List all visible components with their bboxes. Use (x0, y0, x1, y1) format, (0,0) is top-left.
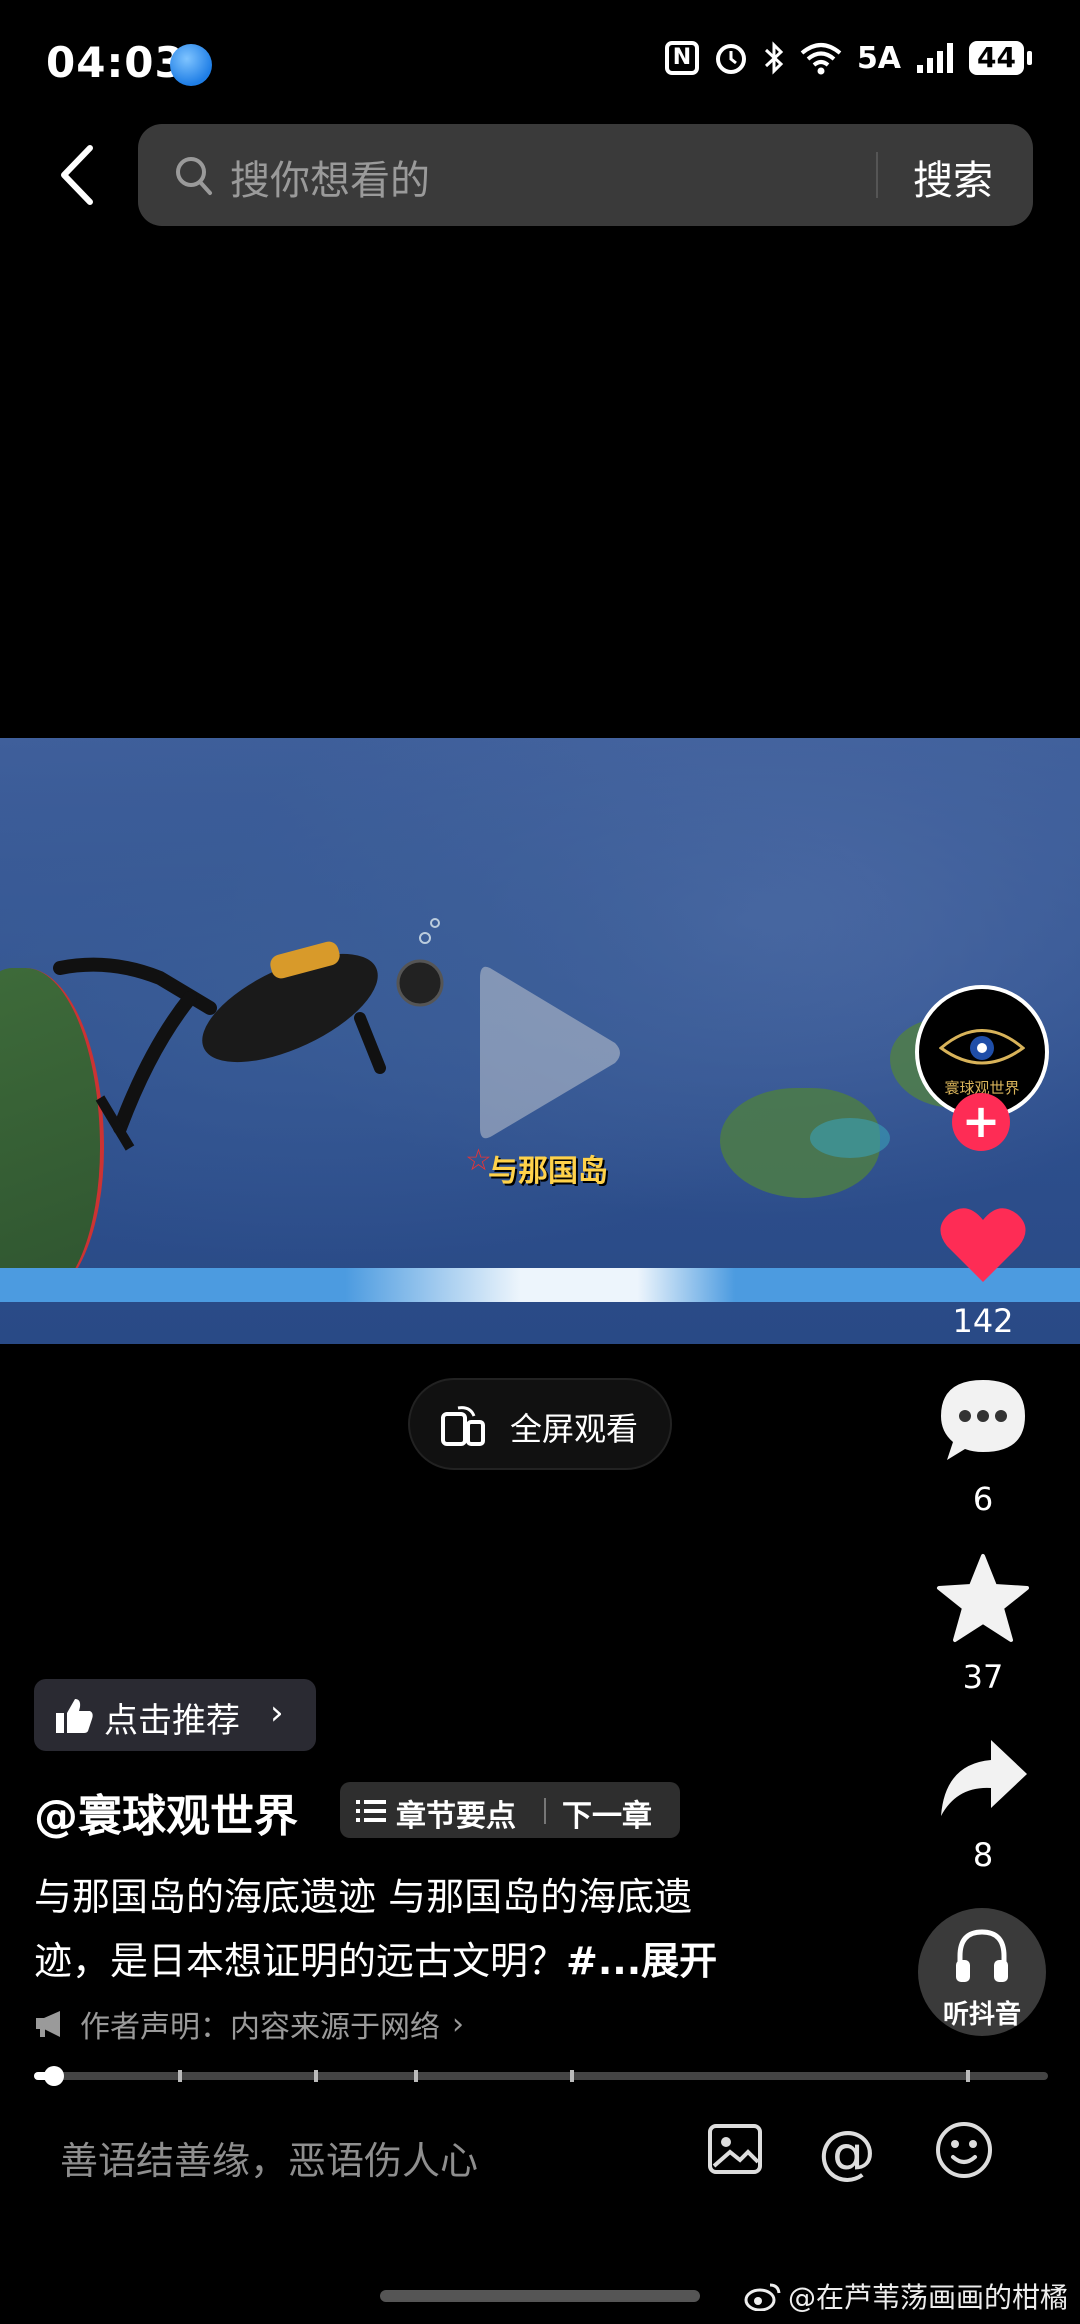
author-name[interactable]: @寰球观世界 (34, 1780, 298, 1844)
like-heart-icon[interactable] (935, 1196, 1031, 1292)
eye-logo-icon (939, 1029, 1025, 1065)
listen-douyin-button[interactable]: 听抖音 (918, 1908, 1046, 2036)
author-disclaimer[interactable]: 作者声明：内容来源于网络 › (34, 2002, 464, 2046)
share-arrow-icon[interactable] (935, 1730, 1031, 1826)
chapter-divider (544, 1798, 546, 1824)
signal-icon (917, 43, 954, 73)
alarm-icon (715, 44, 746, 74)
search-bar[interactable]: 搜你想看的 搜索 (138, 124, 1033, 226)
weibo-logo-icon (744, 2283, 781, 2311)
description-text: 迹，是日本想证明的远古文明？ (34, 1939, 567, 1983)
megaphone-icon (36, 2011, 60, 2037)
favorite-count: 37 (962, 1658, 1004, 1696)
thumbs-up-icon (56, 1699, 93, 1733)
description-line-2: 迹，是日本想证明的远古文明？#...展开 (34, 1930, 717, 1985)
network-label: 5A (856, 40, 902, 76)
battery-level: 44 (969, 41, 1024, 75)
bluetooth-icon (764, 41, 784, 75)
description-line-1: 与那国岛的海底遗迹 与那国岛的海底遗 (34, 1875, 693, 1919)
recommend-label: 点击推荐 (104, 1701, 240, 1741)
chevron-right-icon: › (452, 2006, 464, 2042)
comment-count: 6 (972, 1480, 994, 1518)
image-icon[interactable] (706, 2120, 764, 2178)
chapter-marker (178, 2070, 182, 2082)
rotate-fullscreen-icon (441, 1406, 485, 1446)
search-button[interactable]: 搜索 (913, 148, 993, 206)
location-label: 与那国岛 (488, 1154, 608, 1189)
reef (810, 1118, 890, 1158)
battery-icon: 44 (969, 41, 1032, 75)
status-icons: N 5A 44 (664, 40, 1032, 76)
browser-app-icon (170, 44, 212, 86)
chapter-marker (414, 2070, 418, 2082)
chapter-pill[interactable]: 章节要点 下一章 (340, 1782, 680, 1838)
chapter-marker (570, 2070, 574, 2082)
search-divider (876, 152, 878, 198)
fullscreen-label: 全屏观看 (510, 1410, 639, 1448)
chapter-points-button[interactable]: 章节要点 (396, 1791, 516, 1835)
comment-input[interactable]: 善语结善缘，恶语伤人心 (60, 2130, 478, 2185)
like-count: 142 (952, 1302, 1014, 1340)
share-count: 8 (972, 1836, 994, 1874)
emoji-icon[interactable] (934, 2120, 994, 2180)
headphones-icon (956, 1929, 1008, 1982)
search-icon (176, 157, 212, 195)
home-indicator[interactable] (380, 2290, 700, 2302)
fullscreen-button[interactable]: 全屏观看 (408, 1378, 672, 1470)
chapter-marker (314, 2070, 318, 2082)
search-input[interactable]: 搜你想看的 (230, 148, 430, 206)
nfc-icon: N (664, 41, 699, 75)
progress-track[interactable] (34, 2072, 1048, 2080)
expand-button[interactable]: #...展开 (566, 1939, 717, 1983)
progress-thumb[interactable] (44, 2066, 64, 2086)
play-icon[interactable] (460, 948, 630, 1158)
watermark-text: @在芦苇荡画画的柑橘 (787, 2281, 1068, 2314)
status-time: 04:03 (46, 38, 185, 87)
at-mention-icon[interactable]: @ (818, 2118, 876, 2186)
back-arrow-icon[interactable] (50, 140, 110, 210)
chevron-right-icon: › (270, 1693, 284, 1733)
listen-label: 听抖音 (942, 2000, 1021, 2030)
scuba-diver-figure (53, 918, 444, 1151)
chapter-marker (966, 2070, 970, 2082)
follow-plus-button[interactable]: + (952, 1093, 1010, 1151)
disclaimer-text: 作者声明：内容来源于网络 (80, 2010, 440, 2045)
watermark: @在芦苇荡画画的柑橘 (744, 2276, 1068, 2316)
wifi-icon (800, 43, 842, 75)
video-banner-highlight (345, 1268, 735, 1302)
next-chapter-button[interactable]: 下一章 (562, 1791, 652, 1835)
recommend-button[interactable]: 点击推荐 › (34, 1679, 316, 1751)
comment-bar[interactable]: 善语结善缘，恶语伤人心 @ (0, 2118, 1080, 2190)
comment-bubble-icon[interactable] (935, 1372, 1031, 1468)
favorite-star-icon[interactable] (935, 1550, 1031, 1646)
list-icon (356, 1800, 386, 1822)
